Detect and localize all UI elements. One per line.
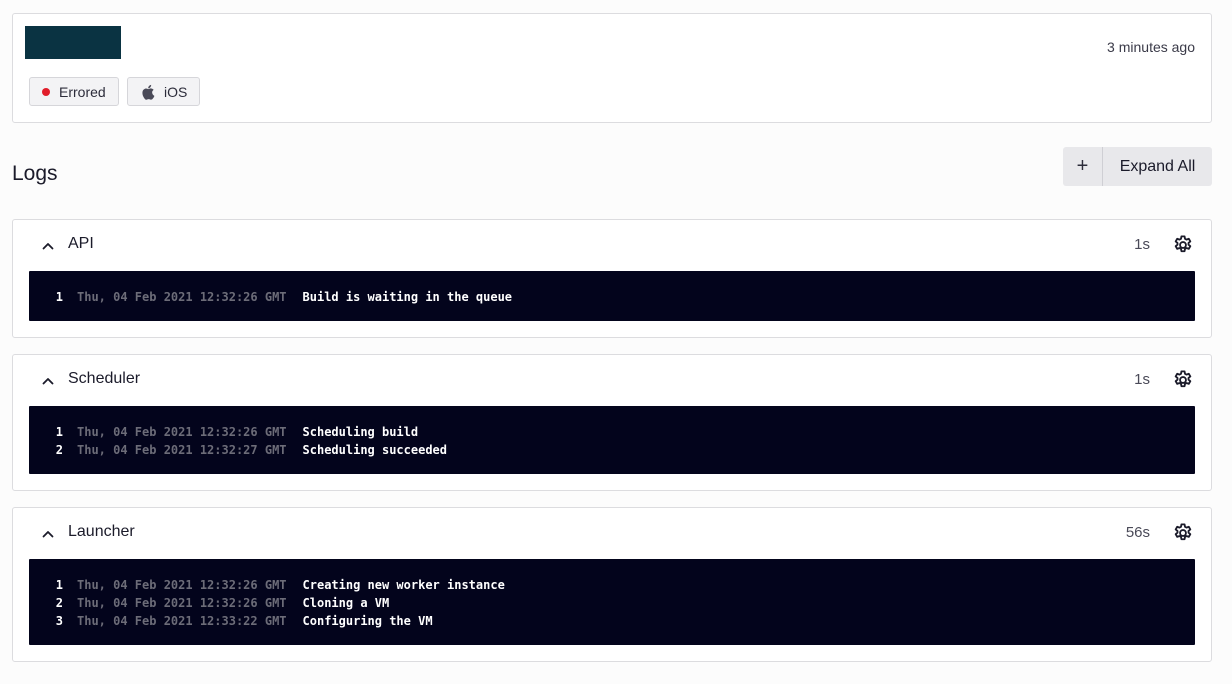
project-logo: [25, 26, 121, 59]
log-section-title: API: [68, 235, 94, 252]
log-line-time: Thu, 04 Feb 2021 12:32:26 GMT: [77, 290, 287, 304]
build-header-card: 3 minutes ago Errored iOS: [12, 13, 1212, 123]
log-section-header[interactable]: API 1s: [13, 220, 1211, 270]
log-section-duration: 1s: [1134, 236, 1150, 253]
log-section-scheduler: Scheduler 1s 1 Thu, 04 Feb 2021 12:32:26…: [12, 354, 1212, 491]
log-line-number: 1: [55, 425, 63, 439]
expand-all-control[interactable]: + Expand All: [1063, 147, 1212, 186]
chevron-up-icon[interactable]: [41, 374, 55, 388]
log-section-duration: 1s: [1134, 371, 1150, 388]
log-line-number: 1: [55, 290, 63, 304]
log-line-time: Thu, 04 Feb 2021 12:32:27 GMT: [77, 443, 287, 457]
log-line: 3 Thu, 04 Feb 2021 12:33:22 GMT Configur…: [29, 612, 1195, 630]
build-timestamp: 3 minutes ago: [1107, 39, 1195, 55]
log-section-api: API 1s 1 Thu, 04 Feb 2021 12:32:26 GMT B…: [12, 219, 1212, 338]
expand-all-button[interactable]: Expand All: [1103, 147, 1212, 186]
log-line: 2 Thu, 04 Feb 2021 12:32:26 GMT Cloning …: [29, 594, 1195, 612]
log-line-number: 2: [55, 596, 63, 610]
log-line-number: 1: [55, 578, 63, 592]
gear-icon[interactable]: [1172, 522, 1194, 544]
log-line-message: Scheduling succeeded: [302, 443, 448, 457]
chevron-up-icon[interactable]: [41, 527, 55, 541]
platform-badge-label: iOS: [164, 83, 188, 100]
log-line: 1 Thu, 04 Feb 2021 12:32:26 GMT Build is…: [29, 288, 1195, 306]
log-line-message: Scheduling build: [302, 425, 419, 439]
log-terminal: 1 Thu, 04 Feb 2021 12:32:26 GMT Scheduli…: [29, 406, 1195, 474]
log-line: 1 Thu, 04 Feb 2021 12:32:26 GMT Scheduli…: [29, 423, 1195, 441]
log-line-time: Thu, 04 Feb 2021 12:32:26 GMT: [77, 578, 287, 592]
status-badge-label: Errored: [59, 83, 106, 100]
log-line: 2 Thu, 04 Feb 2021 12:32:27 GMT Scheduli…: [29, 441, 1195, 459]
log-line-time: Thu, 04 Feb 2021 12:32:26 GMT: [77, 596, 287, 610]
log-line-number: 2: [55, 443, 63, 457]
log-line: 1 Thu, 04 Feb 2021 12:32:26 GMT Creating…: [29, 576, 1195, 594]
log-line-message: Creating new worker instance: [302, 578, 505, 592]
log-line-message: Cloning a VM: [302, 596, 390, 610]
log-line-number: 3: [55, 614, 63, 628]
log-terminal: 1 Thu, 04 Feb 2021 12:32:26 GMT Build is…: [29, 271, 1195, 321]
log-section-title: Launcher: [68, 523, 135, 540]
log-line-message: Configuring the VM: [302, 614, 433, 628]
plus-icon[interactable]: +: [1063, 147, 1103, 186]
chevron-up-icon[interactable]: [41, 239, 55, 253]
error-dot-icon: [42, 87, 50, 96]
platform-badge: iOS: [127, 77, 201, 106]
log-section-header[interactable]: Scheduler 1s: [13, 355, 1211, 405]
gear-icon[interactable]: [1172, 369, 1194, 391]
log-section-header[interactable]: Launcher 56s: [13, 508, 1211, 558]
gear-icon[interactable]: [1172, 234, 1194, 256]
status-badge: Errored: [29, 77, 119, 106]
log-line-message: Build is waiting in the queue: [302, 290, 513, 304]
log-section-title: Scheduler: [68, 370, 141, 387]
log-line-time: Thu, 04 Feb 2021 12:32:26 GMT: [77, 425, 287, 439]
log-section-launcher: Launcher 56s 1 Thu, 04 Feb 2021 12:32:26…: [12, 507, 1212, 662]
log-terminal: 1 Thu, 04 Feb 2021 12:32:26 GMT Creating…: [29, 559, 1195, 645]
logs-title: Logs: [12, 162, 58, 185]
log-line-time: Thu, 04 Feb 2021 12:33:22 GMT: [77, 614, 287, 628]
apple-icon: [142, 84, 155, 100]
log-section-duration: 56s: [1125, 524, 1150, 541]
